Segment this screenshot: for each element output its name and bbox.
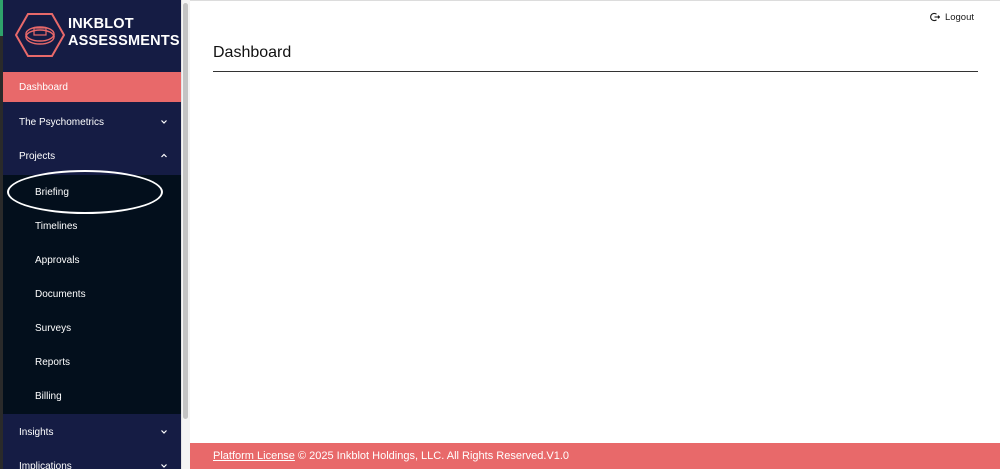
submenu-item-reports[interactable]: Reports [3, 345, 181, 379]
page-title-divider [213, 71, 978, 72]
logout-label: Logout [944, 11, 974, 23]
annotation-highlight-ellipse [7, 170, 163, 214]
brand-line-2: ASSESSMENTS [68, 33, 180, 49]
inkblot-hexagon-logo-icon [15, 13, 65, 57]
sidebar-item-the-psychometrics[interactable]: The Psychometrics [3, 105, 181, 139]
brand-name: INKBLOT ASSESSMENTS [68, 16, 180, 50]
sidebar-item-label: Dashboard [19, 81, 68, 93]
sidebar-item-dashboard[interactable]: Dashboard [3, 72, 181, 102]
brand-line-1: INKBLOT [68, 16, 134, 32]
sidebar-item-insights[interactable]: Insights [3, 415, 181, 449]
submenu-item-label: Approvals [35, 254, 80, 266]
top-border [190, 0, 1000, 1]
chevron-down-icon [161, 464, 167, 468]
submenu-item-approvals[interactable]: Approvals [3, 243, 181, 277]
submenu-item-surveys[interactable]: Surveys [3, 311, 181, 345]
submenu-item-label: Reports [35, 356, 71, 368]
submenu-item-label: Timelines [35, 220, 78, 232]
chevron-down-icon [161, 430, 167, 434]
logout-icon [930, 12, 940, 22]
sidebar-item-label: Implications [19, 460, 72, 469]
footer: Platform License © 2025 Inkblot Holdings… [190, 443, 1000, 469]
submenu-item-timelines[interactable]: Timelines [3, 209, 181, 243]
submenu-item-billing[interactable]: Billing [3, 379, 181, 413]
sidebar-item-projects[interactable]: Projects [3, 139, 181, 173]
sidebar-item-label: Projects [19, 150, 56, 162]
sidebar-item-label: Insights [19, 426, 54, 438]
submenu-item-documents[interactable]: Documents [3, 277, 181, 311]
sidebar-item-label: The Psychometrics [19, 116, 105, 128]
sidebar-item-implications[interactable]: Implications [3, 449, 181, 469]
submenu-item-label: Surveys [35, 322, 72, 334]
page-title: Dashboard [213, 44, 292, 61]
submenu-item-label: Documents [35, 288, 86, 300]
sidebar: INKBLOT ASSESSMENTS Dashboard The Psycho… [3, 0, 181, 469]
logout-button[interactable]: Logout [930, 10, 974, 24]
sidebar-scrollbar-thumb[interactable] [183, 3, 188, 419]
platform-license-link[interactable]: Platform License [213, 450, 295, 462]
brand[interactable]: INKBLOT ASSESSMENTS [3, 0, 181, 72]
footer-copyright: © 2025 Inkblot Holdings, LLC. All Rights… [294, 450, 570, 462]
chevron-down-icon [161, 120, 167, 124]
submenu-item-label: Billing [35, 390, 62, 402]
chevron-up-icon [161, 153, 167, 158]
